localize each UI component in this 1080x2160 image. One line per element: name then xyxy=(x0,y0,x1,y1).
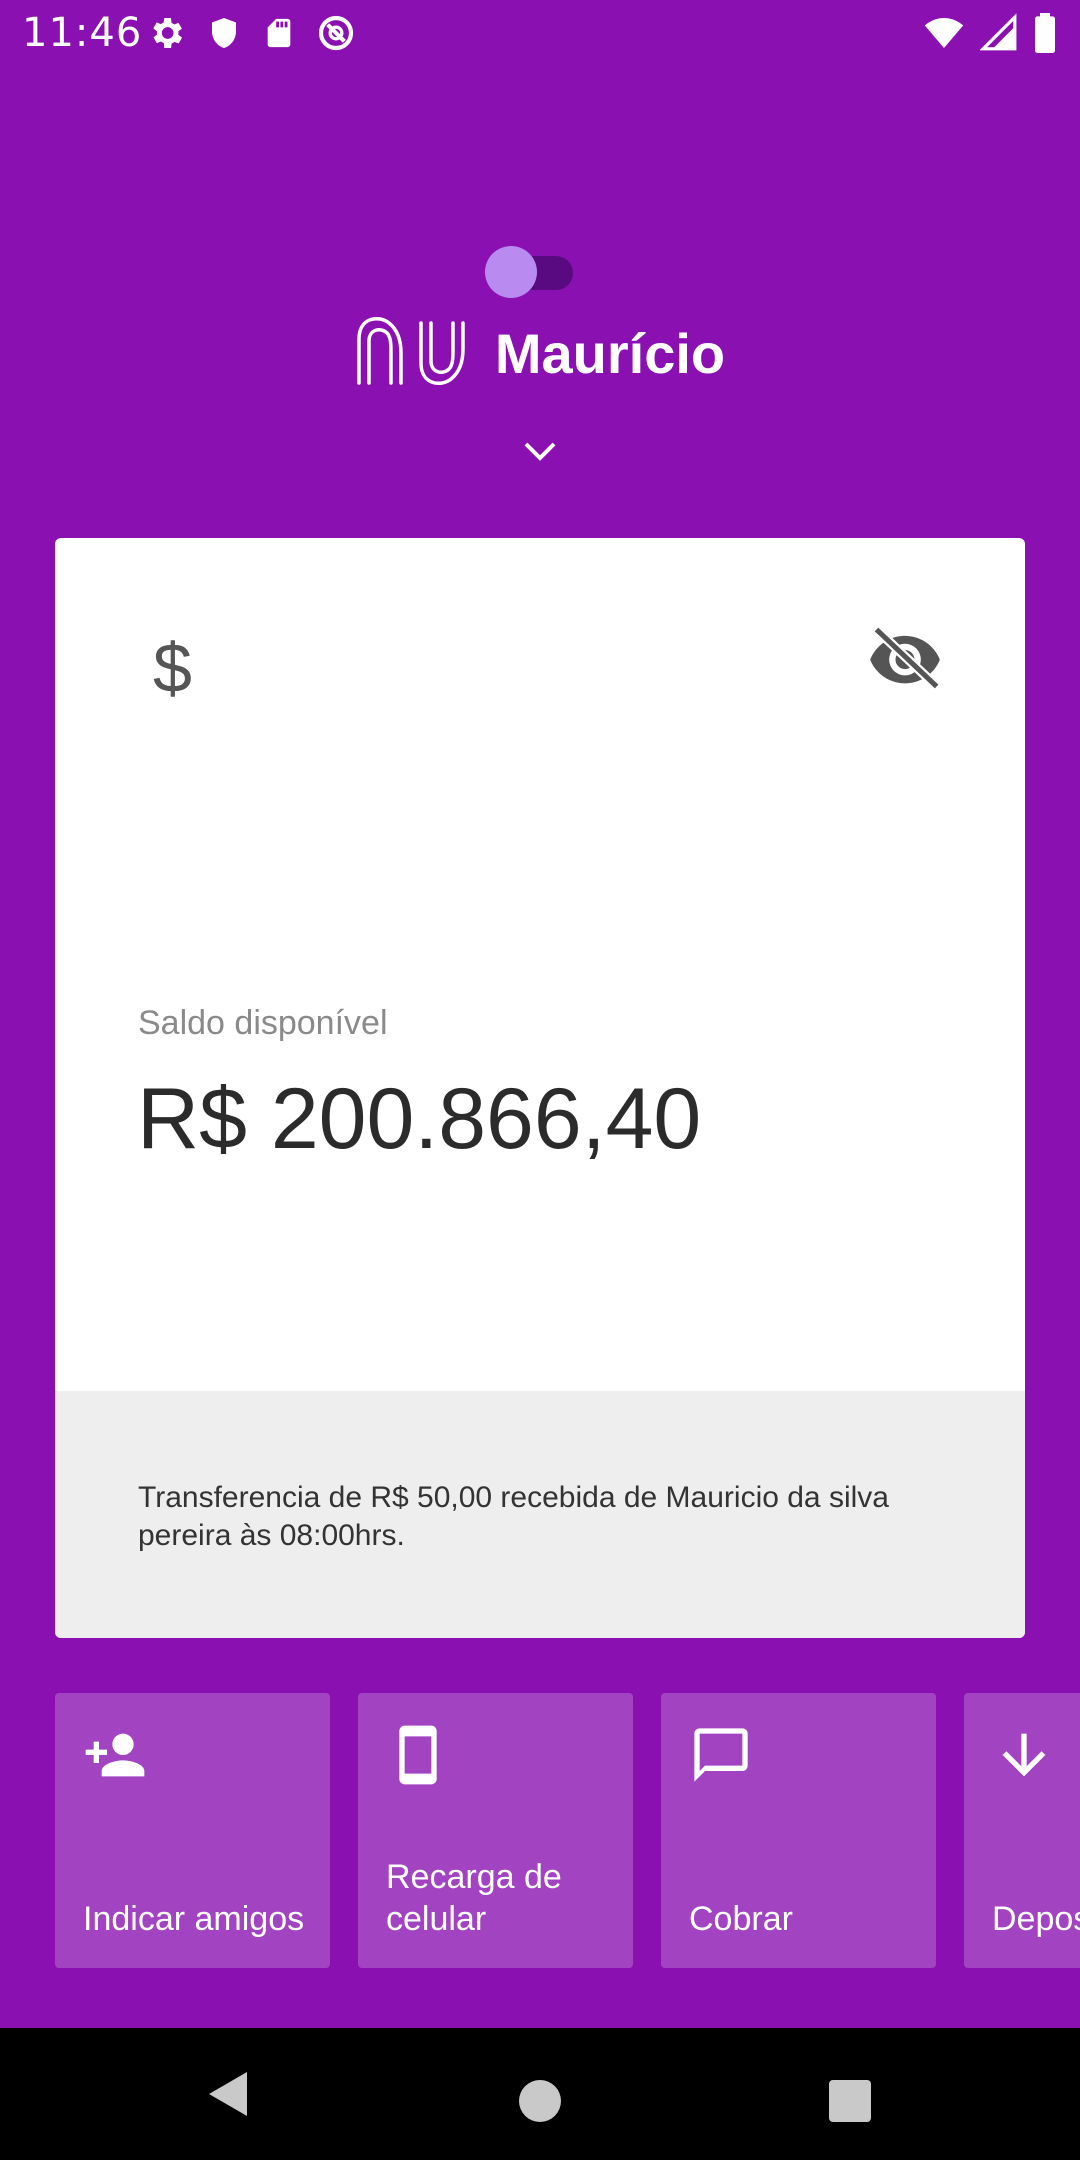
wifi-icon xyxy=(922,13,966,53)
chat-icon xyxy=(689,1723,753,1787)
data-saver-icon xyxy=(316,13,356,53)
chevron-down-icon[interactable] xyxy=(520,436,560,466)
card-footer[interactable]: Transferencia de R$ 50,00 recebida de Ma… xyxy=(55,1391,1025,1638)
shield-icon xyxy=(206,13,242,53)
recents-icon[interactable] xyxy=(829,2080,871,2122)
shortcut-label: Recarga de celular xyxy=(386,1858,562,1938)
status-icons-right xyxy=(922,13,1058,53)
back-icon[interactable] xyxy=(205,2070,249,2122)
last-transaction-text: Transferencia de R$ 50,00 recebida de Ma… xyxy=(138,1481,889,1552)
battery-icon xyxy=(1032,13,1058,53)
shortcut-recarga-celular[interactable]: Recarga de celular xyxy=(358,1693,633,1968)
nu-logo xyxy=(355,309,469,397)
toggle-thumb xyxy=(485,246,537,298)
settings-icon xyxy=(146,13,186,53)
user-name: Maurício xyxy=(494,321,726,385)
home-icon[interactable] xyxy=(519,2080,561,2122)
shortcut-depositar[interactable]: Depositar xyxy=(964,1693,1080,1968)
eye-off-icon[interactable] xyxy=(867,626,943,690)
shortcut-cobrar[interactable]: Cobrar xyxy=(661,1693,936,1968)
signal-icon xyxy=(980,13,1018,53)
balance-label: Saldo disponível xyxy=(138,1004,388,1042)
smartphone-icon xyxy=(386,1723,450,1787)
balance-value: R$ 200.866,40 xyxy=(137,1071,702,1167)
shortcut-indicar-amigos[interactable]: Indicar amigos xyxy=(55,1693,330,1968)
status-bar: 11:46 xyxy=(0,0,1080,66)
sd-card-icon xyxy=(262,13,296,53)
shortcuts-row[interactable]: Indicar amigos Recarga de celular Cobrar… xyxy=(55,1693,1080,1968)
shortcut-label: Indicar amigos xyxy=(83,1900,305,1938)
shortcut-label: Cobrar xyxy=(689,1900,793,1938)
arrow-down-icon xyxy=(992,1723,1056,1787)
balance-card[interactable]: $ Saldo disponível R$ 200.866,40 Transfe… xyxy=(55,538,1025,1638)
status-time: 11:46 xyxy=(22,10,143,56)
brand-header: Maurício xyxy=(0,308,1080,398)
shortcut-label: Depositar xyxy=(992,1900,1080,1938)
system-nav-bar xyxy=(0,2028,1080,2160)
account-toggle[interactable] xyxy=(485,246,573,298)
currency-icon: $ xyxy=(153,629,192,707)
add-person-icon xyxy=(83,1723,147,1787)
status-icons-left xyxy=(146,13,356,53)
